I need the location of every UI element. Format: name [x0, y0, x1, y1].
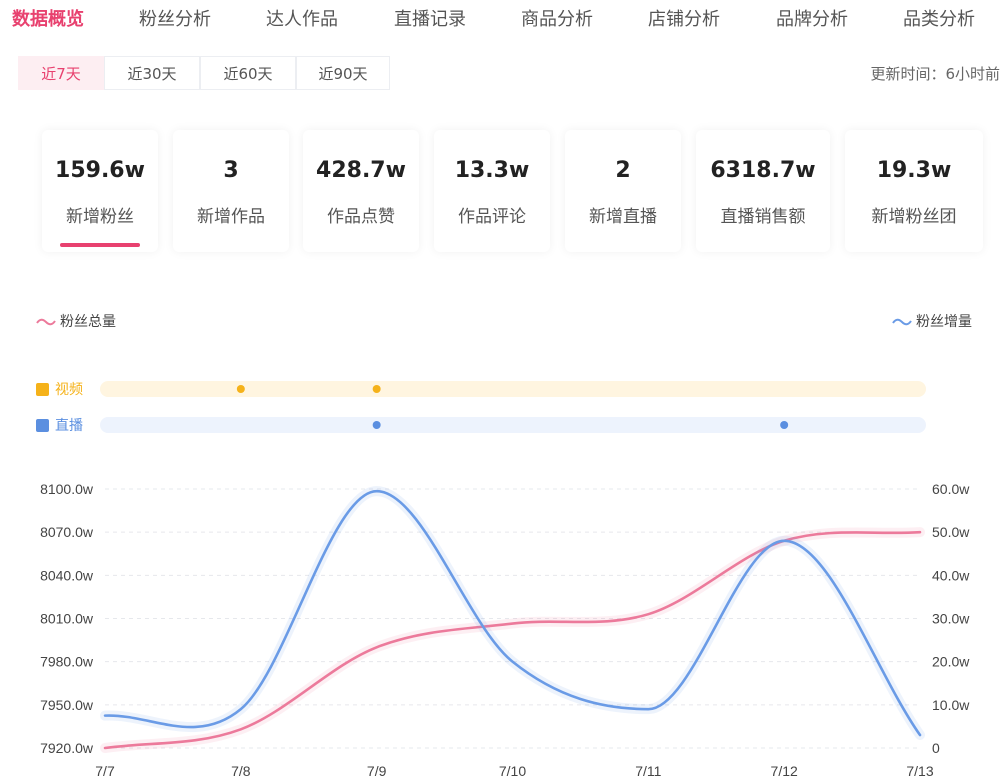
metric-value: 6318.7w — [710, 158, 816, 183]
wave-icon — [36, 318, 56, 326]
live-track — [100, 417, 926, 433]
tab-live-records[interactable]: 直播记录 — [394, 5, 466, 31]
x-tick-label: 7/7 — [95, 763, 115, 779]
metric-card-comments[interactable]: 13.3w 作品评论 — [434, 130, 550, 252]
metric-label: 作品评论 — [458, 207, 526, 227]
x-tick-label: 7/9 — [367, 763, 387, 779]
metric-label: 作品点赞 — [327, 207, 395, 227]
range-7-days[interactable]: 近7天 — [18, 56, 104, 90]
legend-fan-increase[interactable]: 粉丝增量 — [892, 311, 972, 331]
metric-value: 3 — [223, 158, 239, 183]
tab-influencer-works[interactable]: 达人作品 — [266, 5, 338, 31]
y-right-tick-label: 30.0w — [932, 611, 970, 627]
series-line-fan-increase — [103, 489, 922, 737]
range-30-days[interactable]: 近30天 — [104, 56, 200, 90]
live-track-label: 直播 — [36, 415, 83, 435]
live-icon — [36, 418, 49, 432]
metric-value: 159.6w — [55, 158, 145, 183]
y-left-tick-label: 7950.0w — [40, 697, 94, 713]
metric-label: 直播销售额 — [720, 207, 806, 227]
series-glow — [100, 486, 925, 741]
tab-brand-analysis[interactable]: 品牌分析 — [776, 5, 848, 31]
x-tick-label: 7/10 — [499, 763, 526, 779]
y-left-tick-label: 8100.0w — [40, 481, 94, 497]
y-right-tick-label: 20.0w — [932, 654, 970, 670]
fans-line-chart: 7920.0w 7950.0w 7980.0w 8010.0w 8040.0w 8070.… — [40, 481, 970, 779]
tab-fan-analysis[interactable]: 粉丝分析 — [139, 5, 211, 31]
y-left-tick-label: 8070.0w — [40, 524, 94, 540]
top-nav: 数据概览 粉丝分析 达人作品 直播记录 商品分析 店铺分析 品牌分析 品类分析 — [0, 0, 1000, 40]
x-tick-label: 7/13 — [906, 763, 933, 779]
metric-value: 428.7w — [316, 158, 406, 183]
metric-card-new-works[interactable]: 3 新增作品 — [173, 130, 289, 252]
x-tick-label: 7/11 — [635, 763, 661, 779]
tab-product-analysis[interactable]: 商品分析 — [521, 5, 593, 31]
y-left-tick-label: 8010.0w — [40, 611, 94, 627]
y-right-tick-label: 40.0w — [932, 567, 970, 583]
metric-value: 2 — [615, 158, 631, 183]
tab-shop-analysis[interactable]: 店铺分析 — [648, 5, 720, 31]
legend-label: 粉丝增量 — [916, 314, 972, 330]
legend-total-fans[interactable]: 粉丝总量 — [36, 311, 116, 331]
metric-card-fan-clubs[interactable]: 19.3w 新增粉丝团 — [845, 130, 983, 252]
metric-card-live-sales[interactable]: 6318.7w 直播销售额 — [696, 130, 830, 252]
metric-cards: 159.6w 新增粉丝 3 新增作品 428.7w 作品点赞 13.3w 作品评… — [0, 130, 1000, 255]
wave-icon — [892, 318, 912, 326]
y-right-tick-label: 50.0w — [932, 524, 970, 540]
y-left-tick-label: 7920.0w — [40, 740, 94, 756]
active-indicator — [60, 243, 140, 247]
live-label: 直播 — [55, 418, 83, 434]
update-time: 更新时间：6小时前 — [870, 65, 1000, 83]
metric-label: 新增粉丝 — [66, 207, 134, 227]
metric-card-new-fans[interactable]: 159.6w 新增粉丝 — [42, 130, 158, 252]
metric-card-new-lives[interactable]: 2 新增直播 — [565, 130, 681, 252]
metric-label: 新增直播 — [589, 207, 657, 227]
video-icon — [36, 382, 49, 396]
y-left-tick-label: 8040.0w — [40, 567, 94, 583]
metric-label: 新增粉丝团 — [871, 207, 957, 227]
video-label: 视频 — [55, 382, 83, 398]
y-right-tick-label: 10.0w — [932, 697, 970, 713]
metric-value: 19.3w — [876, 158, 952, 183]
legend-label: 粉丝总量 — [60, 314, 116, 330]
y-right-tick-label: 0 — [932, 740, 940, 756]
metric-card-likes[interactable]: 428.7w 作品点赞 — [303, 130, 419, 252]
y-left-tick-label: 7980.0w — [40, 654, 94, 670]
x-tick-label: 7/12 — [771, 763, 798, 779]
range-90-days[interactable]: 近90天 — [296, 56, 390, 90]
y-right-tick-label: 60.0w — [932, 481, 970, 497]
video-track-label: 视频 — [36, 379, 83, 399]
video-track — [100, 381, 926, 397]
metric-value: 13.3w — [454, 158, 530, 183]
x-tick-label: 7/8 — [231, 763, 251, 779]
metric-label: 新增作品 — [197, 207, 265, 227]
tab-category-analysis[interactable]: 品类分析 — [903, 5, 975, 31]
tab-data-overview[interactable]: 数据概览 — [12, 5, 84, 31]
range-60-days[interactable]: 近60天 — [200, 56, 296, 90]
